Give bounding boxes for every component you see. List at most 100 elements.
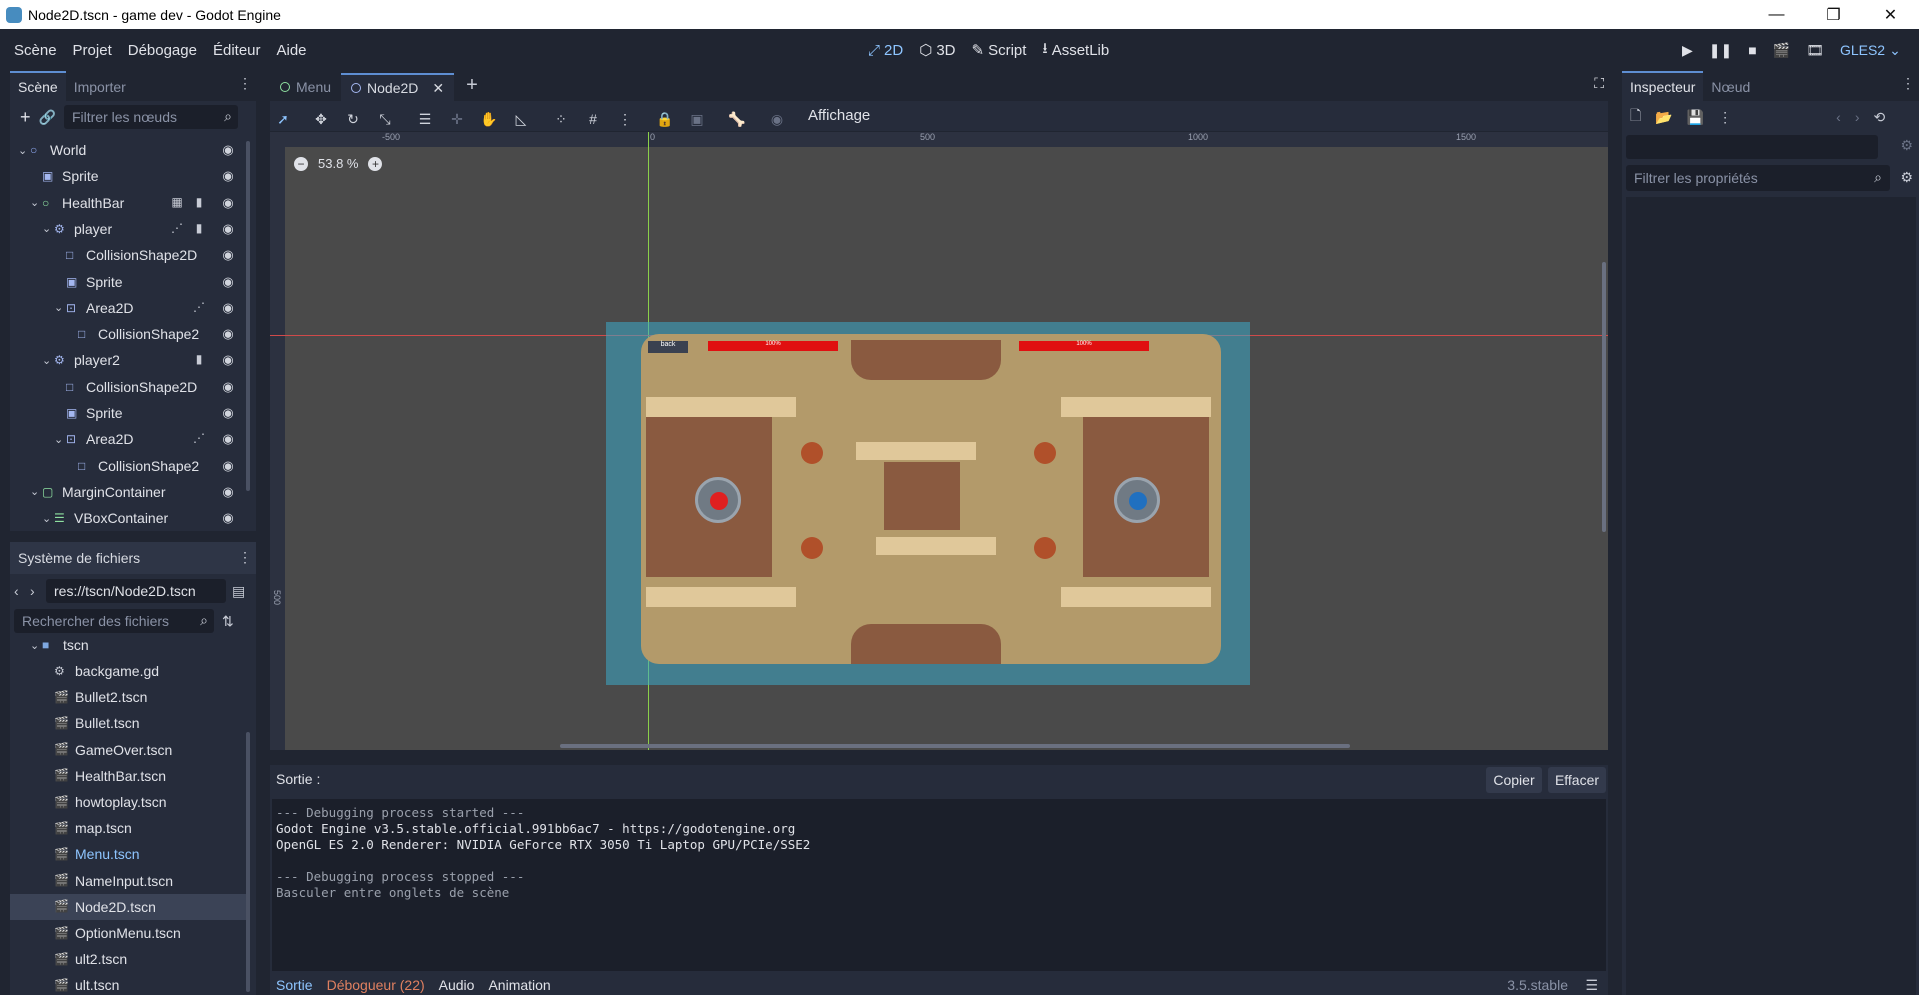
tree-item[interactable]: ⌄ ⊡ Area2D ◉ ⋰: [10, 295, 250, 321]
vertical-scrollbar[interactable]: [1602, 262, 1606, 532]
file-item[interactable]: 🎬 Bullet2.tscn: [10, 684, 246, 710]
tab-scene[interactable]: Scène: [10, 71, 66, 101]
close-button[interactable]: ✕: [1862, 0, 1919, 29]
visibility-eye-icon[interactable]: ◉: [220, 459, 236, 472]
visibility-eye-icon[interactable]: ◉: [220, 485, 236, 498]
renderer-select[interactable]: GLES2: [1840, 42, 1885, 58]
rotate-tool-icon[interactable]: ↻: [342, 108, 364, 130]
tab-inspector[interactable]: Inspecteur: [1622, 71, 1704, 101]
file-item[interactable]: 🎬 Node2D.tscn: [10, 893, 246, 920]
menu-help[interactable]: Aide: [269, 42, 315, 59]
instance-icon[interactable]: ▦: [170, 195, 184, 209]
file-item[interactable]: 🎬 HealthBar.tscn: [10, 763, 246, 789]
play-scene-icon[interactable]: 🎬: [1773, 42, 1790, 59]
grid-snap-icon[interactable]: #: [582, 108, 604, 130]
open-folder-icon[interactable]: 📂: [1655, 109, 1672, 126]
save-icon[interactable]: 💾: [1687, 109, 1704, 126]
object-selector[interactable]: [1626, 135, 1878, 159]
tree-item[interactable]: ⌄ ⊡ Area2D ◉ ⋰: [10, 426, 250, 452]
kebab-menu-icon[interactable]: ⋮: [1718, 109, 1732, 126]
file-item[interactable]: 🎬 Menu.tscn: [10, 841, 246, 867]
split-view-icon[interactable]: ▤: [232, 583, 245, 600]
tab-audio[interactable]: Audio: [439, 977, 475, 995]
file-item[interactable]: 🎬 map.tscn: [10, 815, 246, 841]
signal-icon[interactable]: ⋰: [170, 221, 184, 235]
tab-node[interactable]: Nœud: [1703, 73, 1758, 101]
path-field[interactable]: res://tscn/Node2D.tscn: [46, 579, 226, 603]
visibility-eye-icon[interactable]: ◉: [220, 301, 236, 314]
file-item[interactable]: 🎬 GameOver.tscn: [10, 737, 246, 763]
horizontal-scrollbar[interactable]: [560, 744, 1350, 748]
tab-import[interactable]: Importer: [66, 73, 134, 101]
tree-item[interactable]: □ CollisionShape2D ◉: [10, 374, 250, 400]
visibility-eye-icon[interactable]: ◉: [220, 353, 236, 366]
kebab-menu-icon[interactable]: ⋮: [238, 549, 252, 566]
add-tab-icon[interactable]: +: [454, 74, 490, 101]
signal-icon[interactable]: ⋰: [192, 431, 206, 445]
tree-item[interactable]: ⌄ ☰ VBoxContainer ◉: [10, 505, 250, 527]
file-scrollbar[interactable]: [246, 732, 250, 992]
add-node-icon[interactable]: +: [20, 107, 31, 128]
file-item[interactable]: 🎬 howtoplay.tscn: [10, 789, 246, 815]
folder-item[interactable]: ⌄ ■ tscn: [10, 638, 246, 658]
script-icon[interactable]: ▮: [192, 352, 206, 366]
chevron-down-icon[interactable]: ⌄: [42, 354, 54, 367]
zoom-level[interactable]: 53.8 %: [318, 156, 358, 171]
file-item[interactable]: 🎬 NameInput.tscn: [10, 868, 246, 894]
visibility-eye-icon[interactable]: ◉: [220, 275, 236, 288]
tab-animation[interactable]: Animation: [488, 977, 550, 995]
visibility-eye-icon[interactable]: ◉: [220, 222, 236, 235]
kebab-menu-icon[interactable]: ⋮: [614, 108, 636, 130]
menu-editor[interactable]: Éditeur: [205, 42, 269, 59]
chevron-down-icon[interactable]: ⌄: [54, 301, 66, 314]
kebab-menu-icon[interactable]: ⋮: [238, 75, 252, 92]
camera-override-icon[interactable]: ◉: [766, 108, 788, 130]
clear-button[interactable]: Effacer: [1548, 767, 1606, 793]
menu-debug[interactable]: Débogage: [120, 42, 205, 59]
node-filter-input[interactable]: Filtrer les nœuds ⌕: [63, 105, 238, 129]
filter-settings-icon[interactable]: ⚙: [1900, 169, 1913, 186]
menu-scene[interactable]: Scène: [6, 42, 65, 59]
tree-scrollbar[interactable]: [246, 141, 250, 491]
stop-icon[interactable]: ■: [1748, 42, 1756, 58]
chevron-down-icon[interactable]: ⌄: [18, 144, 30, 157]
pivot-icon[interactable]: ✛: [446, 108, 468, 130]
back-arrow-icon[interactable]: ‹: [14, 583, 30, 599]
tree-item[interactable]: □ CollisionShape2 ◉: [10, 453, 250, 479]
visibility-eye-icon[interactable]: ◉: [220, 406, 236, 419]
fullscreen-icon[interactable]: ⛶: [1594, 75, 1604, 92]
pause-icon[interactable]: ❚❚: [1709, 42, 1732, 59]
move-tool-icon[interactable]: ✥: [310, 108, 332, 130]
tree-item[interactable]: ⌄ ⚙ player2 ◉ ▮: [10, 347, 250, 373]
script-icon[interactable]: ▮: [192, 195, 206, 209]
object-settings-icon[interactable]: ⚙: [1900, 137, 1913, 154]
visibility-eye-icon[interactable]: ◉: [220, 143, 236, 156]
visibility-eye-icon[interactable]: ◉: [220, 248, 236, 261]
property-filter-input[interactable]: Filtrer les propriétés ⌕: [1626, 165, 1890, 191]
visibility-eye-icon[interactable]: ◉: [220, 432, 236, 445]
tree-item[interactable]: ▣ Sprite ◉: [10, 400, 250, 426]
ruler-icon[interactable]: ◺: [510, 108, 532, 130]
visibility-eye-icon[interactable]: ◉: [220, 196, 236, 209]
menu-project[interactable]: Projet: [65, 42, 120, 59]
visibility-eye-icon[interactable]: ◉: [220, 511, 236, 524]
file-item[interactable]: 🎬 ult2.tscn: [10, 946, 246, 972]
kebab-menu-icon[interactable]: ⋮: [1901, 75, 1915, 92]
scale-tool-icon[interactable]: ⤡: [374, 108, 396, 130]
tree-item[interactable]: ⌄ ⚙ player ◉ ⋰ ▮: [10, 216, 250, 242]
tree-item[interactable]: ⌄ ○ World ◉: [10, 137, 250, 163]
chevron-down-icon[interactable]: ⌄: [30, 485, 42, 498]
mode-assetlib-button[interactable]: ⭳ AssetLib: [1034, 38, 1117, 63]
chevron-down-icon[interactable]: ⌄: [54, 433, 66, 446]
group-icon[interactable]: ▣: [686, 108, 708, 130]
file-search-input[interactable]: Rechercher des fichiers ⌕: [14, 609, 214, 633]
tab-node2d[interactable]: Node2D ✕: [341, 73, 455, 101]
play-icon[interactable]: ▶: [1682, 42, 1693, 59]
bone-icon[interactable]: 🦴: [726, 108, 748, 130]
history-icon[interactable]: ⟲: [1873, 109, 1885, 126]
tab-output[interactable]: Sortie: [276, 977, 313, 995]
visibility-eye-icon[interactable]: ◉: [220, 327, 236, 340]
tree-item[interactable]: ▣ Sprite ◉: [10, 163, 250, 189]
play-custom-scene-icon[interactable]: 🎞: [1806, 42, 1824, 59]
tree-item[interactable]: ▣ Sprite ◉: [10, 269, 250, 295]
